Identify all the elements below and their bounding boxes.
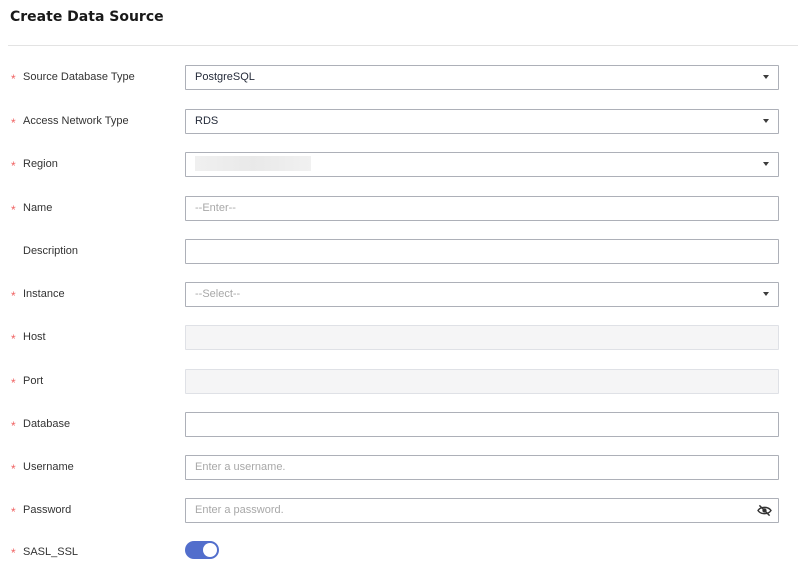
instance-placeholder: --Select-- [195, 288, 241, 300]
username-input[interactable]: Enter a username. [185, 455, 779, 480]
source-database-type-label: Source Database Type [23, 71, 135, 83]
sasl-ssl-label: SASL_SSL [23, 546, 79, 558]
source-database-type-value: PostgreSQL [195, 71, 255, 83]
password-input[interactable]: Enter a password. [185, 498, 779, 523]
database-label: Database [23, 418, 71, 430]
sasl-ssl-toggle[interactable] [185, 541, 219, 559]
required-mark: * [11, 116, 16, 130]
row-password: * Password Enter a password. [0, 498, 800, 523]
description-input[interactable] [185, 239, 779, 264]
region-value-redacted [195, 155, 311, 171]
toggle-knob [203, 543, 217, 557]
port-input [185, 369, 779, 394]
password-placeholder: Enter a password. [195, 504, 284, 516]
required-mark: * [11, 332, 16, 346]
row-instance: * Instance --Select-- [0, 282, 800, 307]
required-mark: * [11, 289, 16, 303]
required-mark: * [11, 203, 16, 217]
host-label: Host [23, 331, 46, 343]
region-select[interactable] [185, 152, 779, 177]
row-database: * Database [0, 412, 800, 437]
required-mark: * [11, 419, 16, 433]
required-mark: * [11, 72, 16, 86]
required-mark: * [11, 505, 16, 519]
row-source-database-type: * Source Database Type PostgreSQL [0, 65, 800, 90]
row-name: * Name --Enter-- [0, 196, 800, 221]
required-mark: * [11, 159, 16, 173]
eye-off-icon[interactable] [757, 504, 772, 517]
page-title: Create Data Source [10, 9, 164, 25]
row-sasl-ssl: * SASL_SSL [0, 541, 800, 560]
port-label: Port [23, 375, 44, 387]
description-label: Description [23, 245, 79, 257]
username-placeholder: Enter a username. [195, 461, 286, 473]
database-input[interactable] [185, 412, 779, 437]
access-network-type-value: RDS [195, 115, 219, 127]
header-divider [8, 45, 798, 46]
caret-down-icon [763, 292, 769, 296]
host-input [185, 325, 779, 350]
row-port: * Port [0, 369, 800, 394]
caret-down-icon [763, 162, 769, 166]
row-username: * Username Enter a username. [0, 455, 800, 480]
required-mark: * [11, 376, 16, 390]
caret-down-icon [763, 119, 769, 123]
required-mark: * [11, 462, 16, 476]
required-mark: * [11, 546, 16, 560]
caret-down-icon [763, 75, 769, 79]
row-region: * Region [0, 152, 800, 177]
row-host: * Host [0, 325, 800, 350]
instance-label: Instance [23, 288, 65, 300]
instance-select[interactable]: --Select-- [185, 282, 779, 307]
region-label: Region [23, 158, 58, 170]
username-label: Username [23, 461, 74, 473]
name-input[interactable]: --Enter-- [185, 196, 779, 221]
name-placeholder: --Enter-- [195, 202, 236, 214]
row-description: Description [0, 239, 800, 264]
password-label: Password [23, 504, 72, 516]
row-access-network-type: * Access Network Type RDS [0, 109, 800, 134]
name-label: Name [23, 202, 53, 214]
access-network-type-select[interactable]: RDS [185, 109, 779, 134]
source-database-type-select[interactable]: PostgreSQL [185, 65, 779, 90]
access-network-type-label: Access Network Type [23, 115, 129, 127]
